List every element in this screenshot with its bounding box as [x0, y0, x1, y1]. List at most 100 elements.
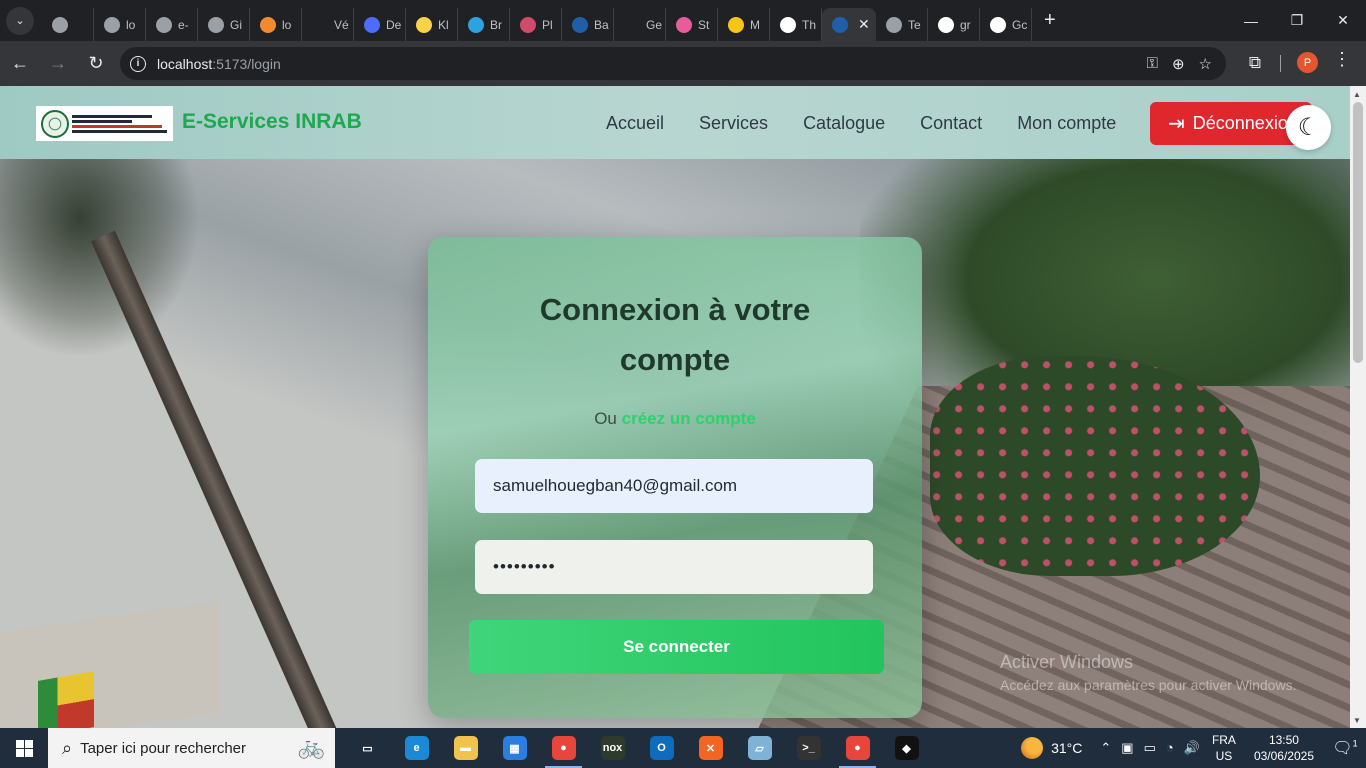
theme-toggle-moon-icon[interactable]: ☾ [1286, 105, 1331, 150]
letter-s-icon [312, 16, 328, 33]
minimize-button[interactable]: — [1228, 0, 1274, 41]
task-view-icon: ▭ [355, 736, 380, 760]
start-button[interactable] [0, 728, 48, 768]
globe-icon [52, 16, 68, 33]
tab-search-button[interactable]: ⌄ [6, 6, 34, 35]
scroll-up-arrow-icon[interactable]: ▲ [1353, 90, 1361, 99]
browser-tab[interactable]: e- [146, 8, 198, 41]
wifi-icon[interactable]: ◔ [1166, 740, 1174, 756]
bookmark-star-icon[interactable]: ☆ [1199, 55, 1212, 73]
back-button[interactable]: ← [2, 46, 38, 82]
password-key-icon[interactable]: ⚿ [1147, 55, 1158, 72]
clock[interactable]: 13:50 03/06/2025 [1254, 732, 1314, 764]
create-account-link[interactable]: créez un compte [622, 409, 756, 428]
taskbar-terminal-button[interactable]: >_ [784, 728, 833, 768]
browser-tab[interactable]: Te [876, 8, 928, 41]
google-icon [938, 16, 954, 33]
browser-tab[interactable]: Ge [614, 8, 666, 41]
store-icon: ▦ [502, 736, 527, 760]
browser-tab[interactable]: De [354, 8, 406, 41]
nav-link-catalogue[interactable]: Catalogue [803, 113, 885, 134]
browser-tab[interactable]: ✕ [822, 8, 876, 41]
extensions-puzzle-icon[interactable]: ⧉ [1242, 49, 1268, 77]
browser-tab[interactable]: gr [928, 8, 980, 41]
nav-link-services[interactable]: Services [699, 113, 768, 134]
close-window-button[interactable]: ✕ [1320, 0, 1366, 41]
notification-center-icon[interactable]: 🗨1 [1330, 738, 1360, 758]
forward-button[interactable]: → [40, 46, 76, 82]
tab-label: Te [908, 17, 921, 32]
login-card: Connexion à votre compte Ou créez un com… [428, 237, 922, 718]
taskbar-store-button[interactable]: ▦ [490, 728, 539, 768]
tab-list: lo e- Gi lo Vé De Kl Br Pl Ba Ge St M Th ✕ Te gr Gc [42, 0, 1032, 41]
login-title: Connexion à votre compte [539, 292, 811, 377]
tab-label: gr [960, 17, 971, 32]
app-icon [520, 16, 536, 33]
scrollbar-thumb[interactable] [1353, 102, 1363, 363]
input-language[interactable]: FRA US [1212, 732, 1236, 764]
scroll-down-arrow-icon[interactable]: ▼ [1353, 716, 1361, 725]
restore-button[interactable]: ❐ [1274, 0, 1320, 41]
app-icon [832, 16, 848, 33]
taskbar-outlook-button[interactable]: O [637, 728, 686, 768]
browser-tab[interactable]: Gc [980, 8, 1032, 41]
tab-label: Gi [230, 17, 242, 32]
url-text[interactable]: localhost:5173/login [157, 56, 281, 72]
browser-tab[interactable]: M [718, 8, 770, 41]
chrome-2-icon: ● [845, 736, 870, 760]
background-flag [38, 671, 94, 728]
outlook-icon: O [649, 736, 674, 760]
browser-tab[interactable]: Kl [406, 8, 458, 41]
email-field[interactable]: samuelhouegban40@gmail.com [475, 459, 873, 513]
site-info-icon[interactable]: i [130, 55, 146, 72]
star-icon [728, 16, 744, 33]
browser-tab[interactable]: Ba [562, 8, 614, 41]
login-subtitle: Ou créez un compte [594, 409, 756, 428]
nav-link-mon-compte[interactable]: Mon compte [1017, 113, 1116, 134]
meet-now-icon[interactable]: ▣ [1121, 740, 1133, 756]
taskbar-xampp-button[interactable]: ✕ [686, 728, 735, 768]
profile-avatar[interactable]: P [1297, 52, 1318, 73]
inrab-logo[interactable] [36, 106, 173, 141]
browser-tab[interactable]: St [666, 8, 718, 41]
taskbar-chrome-2-button[interactable]: ● [833, 728, 882, 768]
logo-text-lines [72, 114, 167, 133]
github-icon [208, 16, 224, 33]
browser-tab[interactable]: Pl [510, 8, 562, 41]
volume-icon[interactable]: 🔊 [1184, 740, 1200, 756]
taskbar-nox-button[interactable]: nox [588, 728, 637, 768]
nav-link-contact[interactable]: Contact [920, 113, 982, 134]
new-tab-button[interactable]: + [1044, 9, 1056, 32]
taskbar-search[interactable]: ⌕ Taper ici pour rechercher 🚲 [48, 728, 335, 768]
battery-icon[interactable]: ▭ [1144, 740, 1156, 756]
address-bar[interactable]: i localhost:5173/login ⚿ ⊕ ☆ [120, 47, 1226, 80]
browser-tab[interactable] [42, 8, 94, 41]
tab-label: Gc [1012, 17, 1028, 32]
password-field[interactable]: ••••••••• [475, 540, 873, 594]
window-controls: — ❐ ✕ [1228, 0, 1366, 41]
browser-tab[interactable]: Th [770, 8, 822, 41]
reload-button[interactable]: ↻ [78, 46, 114, 82]
login-submit-button[interactable]: Se connecter [469, 620, 884, 674]
taskbar-file-explorer-button[interactable]: ▬ [441, 728, 490, 768]
taskbar-notepad-button[interactable]: ▱ [735, 728, 784, 768]
browser-tab[interactable]: lo [250, 8, 302, 41]
browser-tab[interactable]: Gi [198, 8, 250, 41]
browser-tab[interactable]: Vé [302, 8, 354, 41]
show-hidden-icons-chevron-icon[interactable]: ⌃ [1100, 740, 1111, 756]
browser-tab[interactable]: Br [458, 8, 510, 41]
taskbar-edge-button[interactable]: e [392, 728, 441, 768]
nav-link-accueil[interactable]: Accueil [606, 113, 664, 134]
taskbar-app-button[interactable]: ◆ [882, 728, 931, 768]
page-scrollbar[interactable]: ▲ ▼ [1350, 86, 1366, 728]
brand-title[interactable]: E-Services INRAB [182, 110, 362, 134]
weather-widget[interactable]: 31°C [1021, 737, 1082, 759]
zoom-icon[interactable]: ⊕ [1172, 55, 1185, 73]
close-tab-icon[interactable]: ✕ [858, 16, 870, 33]
browser-tab[interactable]: lo [94, 8, 146, 41]
browser-menu-icon[interactable]: ⋮ [1333, 49, 1351, 70]
taskbar-chrome-button[interactable]: ● [539, 728, 588, 768]
deepseek-icon [364, 16, 380, 33]
google-icon [990, 16, 1006, 33]
taskbar-task-view-button[interactable]: ▭ [343, 728, 392, 768]
